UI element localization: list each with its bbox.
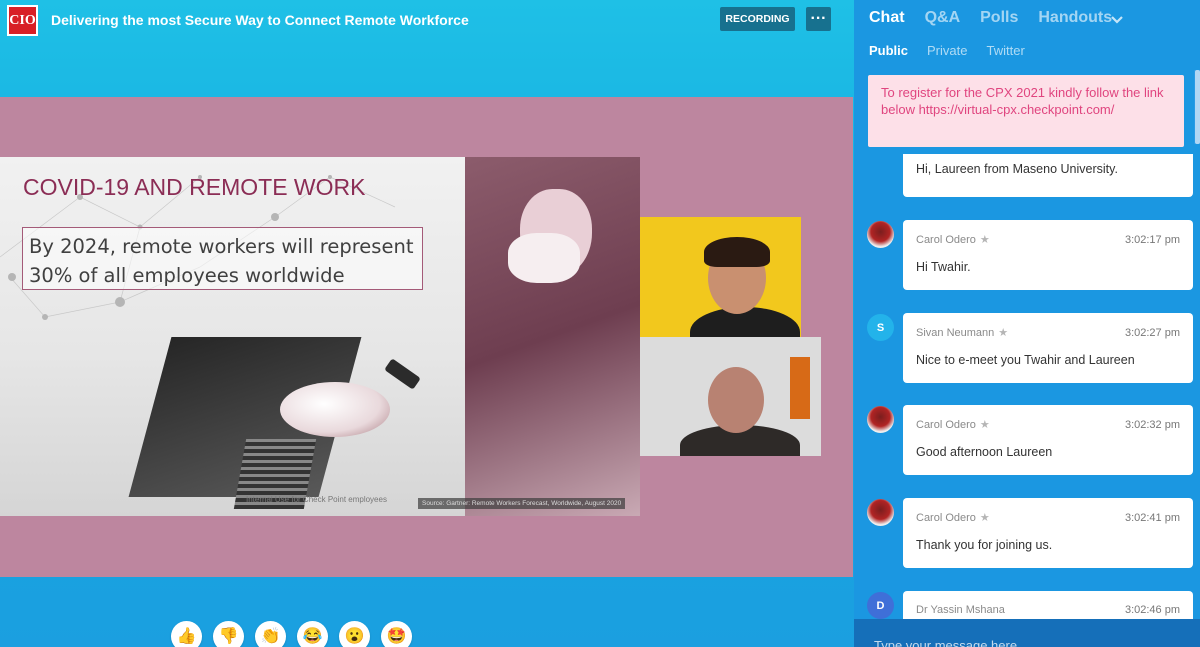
star-icon: ★: [998, 327, 1009, 339]
message-author: Carol Odero: [916, 234, 976, 246]
star-icon: ★: [979, 419, 990, 431]
slide-line-1: By 2024, remote workers will represent: [29, 235, 414, 258]
star-struck-reaction-icon[interactable]: 🤩: [381, 621, 412, 647]
chat-message: Sivan Neumann ★ 3:02:27 pm Nice to e-meet…: [903, 313, 1193, 383]
chat-sidebar: Chat Q&A Polls Handouts Public Private T…: [854, 0, 1200, 647]
thumbs-up-reaction-icon[interactable]: 👍: [171, 621, 202, 647]
sidebar-tabs: Chat Q&A Polls Handouts: [869, 9, 1132, 27]
surprised-reaction-icon[interactable]: 😮: [339, 621, 370, 647]
chat-messages: Hi, Laureen from Maseno University. Caro…: [854, 154, 1200, 619]
tab-polls[interactable]: Polls: [980, 9, 1018, 27]
laugh-reaction-icon[interactable]: 😂: [297, 621, 328, 647]
message-text: Good afternoon Laureen: [916, 445, 1053, 459]
avatar: [867, 406, 894, 433]
chat-message: Hi, Laureen from Maseno University.: [903, 154, 1193, 197]
star-icon: ★: [979, 512, 990, 524]
avatar: [867, 499, 894, 526]
reaction-bar: 👍 👎 👏 😂 😮 🤩: [171, 621, 412, 647]
subtab-twitter[interactable]: Twitter: [986, 43, 1024, 58]
scrollbar-thumb[interactable]: [1195, 70, 1200, 144]
subtab-public[interactable]: Public: [869, 43, 908, 58]
message-author: Dr Yassin Mshana: [916, 604, 1005, 616]
message-time: 3:02:46 pm: [1124, 604, 1180, 616]
message-text: Nice to e-meet you Twahir and Laureen: [916, 353, 1135, 367]
message-time: 3:02:32 pm: [1124, 418, 1180, 431]
chat-message: Carol Odero ★ 3:02:17 pm Hi Twahir.: [903, 220, 1193, 290]
more-options-button[interactable]: ···: [806, 7, 831, 31]
tab-qa[interactable]: Q&A: [925, 9, 961, 27]
chat-message: Carol Odero ★ 3:02:41 pm Thank you for jo…: [903, 498, 1193, 568]
thumbs-down-reaction-icon[interactable]: 👎: [213, 621, 244, 647]
message-text: Hi Twahir.: [916, 260, 971, 274]
message-author: Carol Odero: [916, 512, 976, 524]
message-author: Carol Odero: [916, 419, 976, 431]
message-text: Hi, Laureen from Maseno University.: [916, 162, 1118, 176]
slide-source: Source: Gartner: Remote Workers Forecast…: [418, 498, 626, 509]
star-icon: ★: [979, 234, 990, 246]
presentation-stage: COVID-19 AND REMOTE WORK By 2024, remote…: [0, 97, 853, 577]
recording-button[interactable]: RECORDING: [720, 7, 795, 31]
message-time: 3:02:27 pm: [1124, 326, 1180, 339]
avatar: [867, 221, 894, 248]
chat-subtabs: Public Private Twitter: [869, 43, 1044, 58]
message-text: Thank you for joining us.: [916, 538, 1053, 552]
tab-handouts[interactable]: Handouts: [1038, 9, 1112, 27]
message-time: 3:02:17 pm: [1124, 233, 1180, 246]
slide: COVID-19 AND REMOTE WORK By 2024, remote…: [0, 157, 640, 516]
avatar: D: [867, 592, 894, 619]
slide-line-2: 30% of all employees worldwide: [29, 264, 345, 287]
chat-message: Dr Yassin Mshana 3:02:46 pm: [903, 591, 1193, 619]
subtab-private[interactable]: Private: [927, 43, 967, 58]
dog-graphic: [280, 382, 390, 437]
avatar: S: [867, 314, 894, 341]
message-input[interactable]: Type your message here: [874, 638, 1017, 647]
chat-message: Carol Odero ★ 3:02:32 pm Good afternoon L…: [903, 405, 1193, 475]
tab-chat[interactable]: Chat: [869, 9, 905, 27]
message-composer[interactable]: Type your message here: [854, 619, 1200, 647]
clap-reaction-icon[interactable]: 👏: [255, 621, 286, 647]
slide-footer-left: Internal Use for Check Point employees: [246, 495, 387, 504]
cio-logo: CIO: [7, 5, 38, 36]
pinned-message: To register for the CPX 2021 kindly foll…: [868, 75, 1184, 147]
speaker-video-2: [640, 337, 821, 456]
message-author: Sivan Neumann: [916, 327, 995, 339]
phone-graphic: [384, 358, 421, 390]
woman-photo: [465, 157, 640, 516]
speaker-video-1: [640, 217, 801, 337]
slide-heading: COVID-19 AND REMOTE WORK: [23, 174, 366, 200]
webinar-title: Delivering the most Secure Way to Connec…: [51, 12, 469, 28]
slide-callout: By 2024, remote workers will represent 3…: [22, 227, 423, 290]
chevron-down-icon[interactable]: [1110, 12, 1124, 30]
message-time: 3:02:41 pm: [1124, 511, 1180, 524]
